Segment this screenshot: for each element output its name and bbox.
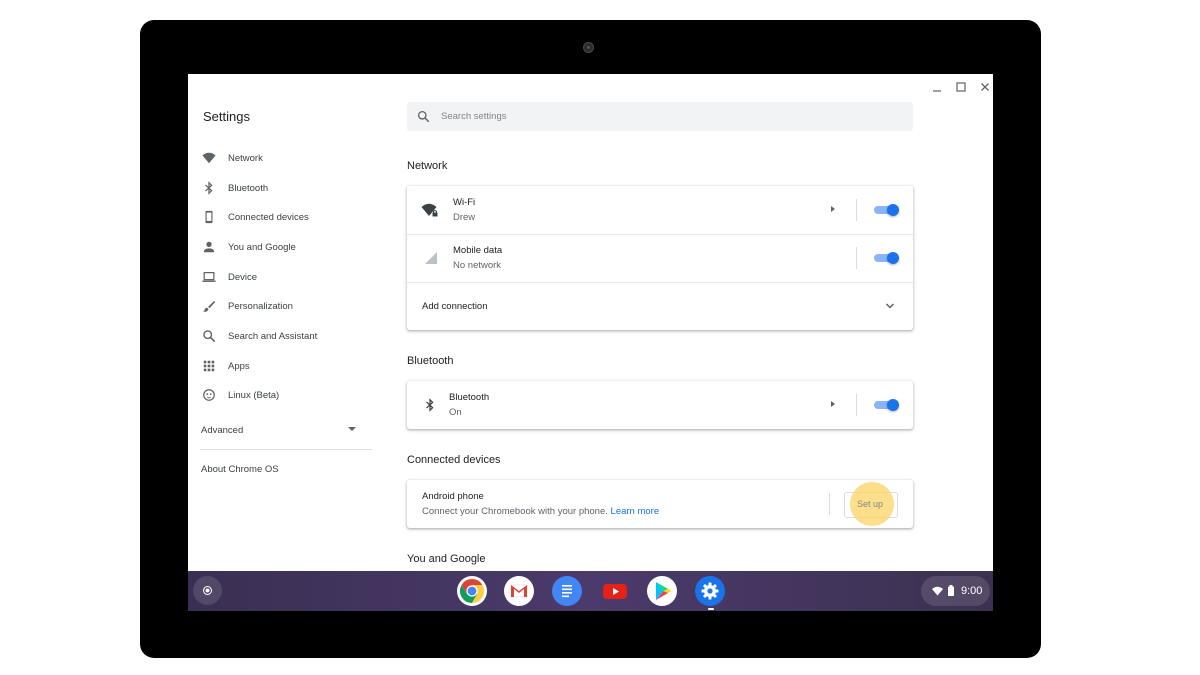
sidebar-item-device[interactable]: Device [188, 262, 373, 292]
bluetooth-row[interactable]: Bluetooth On [407, 381, 913, 429]
maximize-icon[interactable] [950, 77, 972, 97]
advanced-label: Advanced [201, 424, 244, 436]
android-phone-title: Android phone [422, 491, 484, 502]
chevron-down-icon [885, 303, 895, 309]
settings-window: Settings Network Bluetooth Connected dev… [188, 74, 993, 611]
android-phone-description: Connect your Chromebook with your phone.… [422, 506, 660, 517]
row-separator [856, 247, 857, 269]
wifi-title: Wi-Fi [453, 197, 476, 208]
sidebar-item-connected-devices[interactable]: Connected devices [188, 202, 373, 232]
laptop-icon [201, 269, 217, 285]
about-chrome-os-link[interactable]: About Chrome OS [201, 464, 279, 475]
play-store-icon[interactable] [647, 576, 677, 606]
launcher-button[interactable] [193, 576, 222, 605]
battery-icon [948, 585, 954, 596]
linux-icon [201, 387, 217, 403]
wifi-icon [201, 150, 217, 166]
bluetooth-toggle[interactable] [874, 399, 899, 411]
bluetooth-status: On [449, 407, 462, 418]
cellular-signal-icon [421, 249, 439, 267]
sidebar-item-label: Connected devices [228, 211, 309, 223]
network-card: Wi-Fi Drew Mobile data No network Add co… [407, 186, 913, 330]
clock-time: 9:00 [961, 585, 983, 597]
learn-more-link[interactable]: Learn more [611, 506, 660, 517]
chrome-icon[interactable] [457, 576, 487, 606]
sidebar-item-label: Bluetooth [228, 182, 269, 194]
minimize-icon[interactable] [926, 77, 948, 97]
wifi-row[interactable]: Wi-Fi Drew [407, 186, 913, 234]
sidebar-item-label: Apps [228, 360, 250, 372]
search-placeholder: Search settings [441, 111, 507, 122]
mobile-data-title: Mobile data [453, 245, 503, 256]
section-title-network: Network [407, 160, 448, 172]
section-title-bluetooth: Bluetooth [407, 355, 454, 367]
caret-down-icon [348, 427, 356, 431]
sidebar-item-label: Personalization [228, 300, 293, 312]
app-title: Settings [203, 109, 250, 124]
sidebar-item-bluetooth[interactable]: Bluetooth [188, 173, 373, 203]
search-input[interactable]: Search settings [407, 102, 913, 131]
shelf: 9:00 [188, 571, 993, 611]
row-separator [856, 394, 857, 416]
row-separator [856, 199, 857, 221]
section-title-connected-devices: Connected devices [407, 454, 501, 466]
section-title-you-and-google: You and Google [407, 553, 486, 565]
sidebar-item-label: You and Google [228, 241, 296, 253]
youtube-icon[interactable] [600, 576, 630, 606]
arrow-right-icon [831, 401, 835, 407]
active-app-indicator [708, 608, 714, 610]
sidebar-item-you-and-google[interactable]: You and Google [188, 232, 373, 262]
apps-grid-icon [201, 358, 217, 374]
add-connection-label: Add connection [422, 301, 488, 312]
sidebar-item-search-and-assistant[interactable]: Search and Assistant [188, 321, 373, 351]
settings-gear-icon[interactable] [695, 576, 725, 606]
sidebar-divider [200, 449, 372, 450]
camera-icon [583, 42, 594, 53]
connected-devices-card: Android phone Connect your Chromebook wi… [407, 480, 913, 528]
arrow-right-icon [831, 206, 835, 212]
close-icon[interactable] [974, 77, 993, 97]
search-icon [417, 110, 430, 123]
brush-icon [201, 298, 217, 314]
sidebar-item-label: Search and Assistant [228, 330, 318, 342]
wifi-network-name: Drew [453, 212, 476, 223]
phone-icon [201, 209, 217, 225]
wifi-secure-icon [421, 201, 439, 219]
bluetooth-icon [421, 396, 439, 414]
advanced-toggle[interactable]: Advanced [188, 418, 373, 442]
docs-icon[interactable] [552, 576, 582, 606]
sidebar-item-network[interactable]: Network [188, 143, 373, 173]
search-icon [201, 328, 217, 344]
sidebar-item-label: Linux (Beta) [228, 389, 280, 401]
set-up-button-label: Set up [856, 499, 884, 509]
mobile-data-row[interactable]: Mobile data No network [407, 234, 913, 282]
bluetooth-title: Bluetooth [449, 392, 490, 403]
gmail-icon[interactable] [504, 576, 534, 606]
add-connection-row[interactable]: Add connection [407, 282, 913, 330]
sidebar-item-label: Network [228, 152, 263, 164]
status-tray[interactable]: 9:00 [921, 576, 990, 606]
bluetooth-icon [201, 180, 217, 196]
sidebar-item-personalization[interactable]: Personalization [188, 291, 373, 321]
mobile-data-toggle[interactable] [874, 252, 899, 264]
wifi-icon [932, 586, 943, 596]
sidebar-item-linux[interactable]: Linux (Beta) [188, 380, 373, 410]
person-icon [201, 239, 217, 255]
mobile-data-status: No network [453, 260, 502, 271]
bluetooth-card: Bluetooth On [407, 381, 913, 429]
sidebar-item-label: Device [228, 271, 258, 283]
wifi-toggle[interactable] [874, 204, 899, 216]
sidebar-item-apps[interactable]: Apps [188, 351, 373, 381]
android-phone-row: Android phone Connect your Chromebook wi… [407, 480, 913, 528]
row-separator [829, 493, 830, 515]
